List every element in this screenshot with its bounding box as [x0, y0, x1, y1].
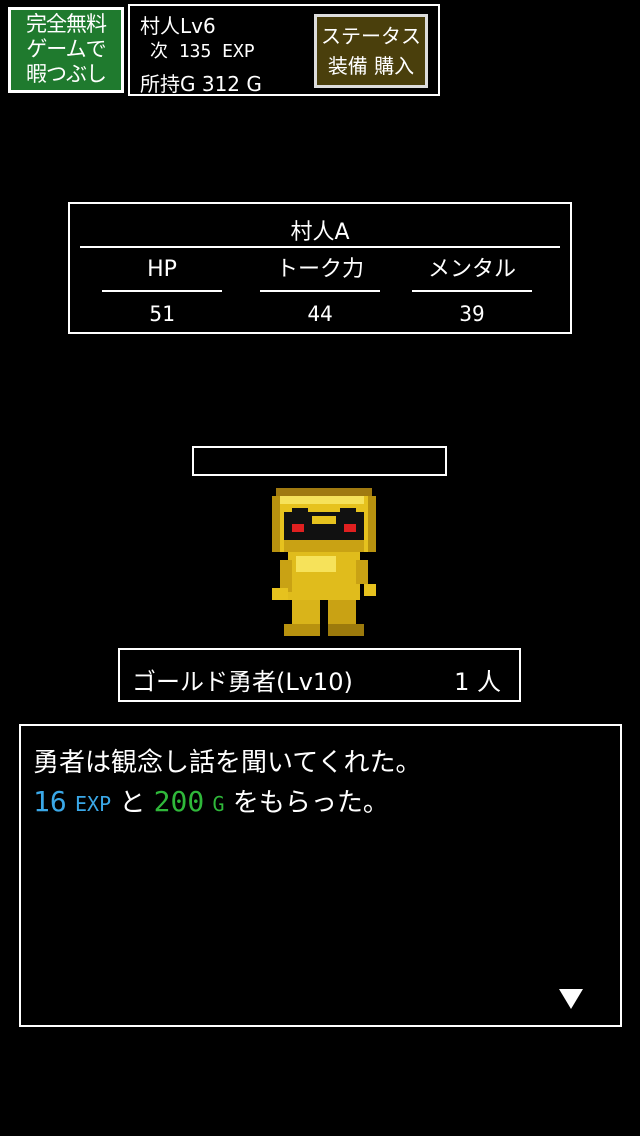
received-text: をもらった。 [232, 788, 389, 818]
gold-reward-value: 200 [153, 785, 205, 818]
message-line-1: 勇者は観念し話を聞いてくれた。 [33, 748, 422, 778]
ad-line-1: 完全無料 [26, 12, 107, 36]
stat-hp-value: 51 [149, 302, 175, 326]
stat-hp: HP 51 [102, 254, 222, 326]
stat-talk-label: トーク力 [275, 257, 364, 282]
triangle-down-icon[interactable] [558, 987, 584, 1011]
player-next-exp: 次 135 EXP [150, 41, 255, 62]
enemy-stats-panel: 村人A HP 51 トーク力 44 メンタル 39 [68, 202, 572, 334]
equip-shop-button-label: 装備 購入 [327, 54, 415, 78]
stat-mental-value: 39 [459, 302, 485, 326]
stat-talk-value: 44 [307, 302, 333, 326]
enemy-hp-bar [192, 446, 447, 476]
enemy-count: 1 人 [454, 668, 501, 696]
stat-talk-divider [260, 290, 380, 292]
stat-mental-divider [412, 290, 532, 292]
message-line-2: 16 EXP と 200 G をもらった。 [33, 782, 389, 819]
gold-hero-sprite[interactable] [268, 488, 380, 640]
stat-talk: トーク力 44 [260, 254, 380, 326]
player-gold: 所持G 312 G [140, 72, 262, 96]
status-button-label: ステータス [321, 24, 421, 48]
stat-hp-label: HP [147, 257, 177, 282]
gold-reward-unit: G [212, 792, 225, 816]
ad-line-2: ゲームで [26, 37, 106, 61]
stat-mental-label: メンタル [427, 257, 516, 282]
ad-line-3: 暇つぶし [26, 62, 107, 86]
enemy-stats-divider [80, 246, 560, 248]
exp-reward-unit: EXP [74, 792, 112, 816]
message-window[interactable]: 勇者は観念し話を聞いてくれた。 16 EXP と 200 G をもらった。 [19, 724, 622, 1027]
exp-reward-value: 16 [33, 785, 67, 818]
status-equip-shop-button[interactable]: ステータス 装備 購入 [314, 14, 428, 88]
enemy-name: ゴールド勇者(Lv10) [132, 668, 353, 696]
player-status-panel: 村人Lv6 次 135 EXP 所持G 312 G ステータス 装備 購入 [128, 4, 440, 96]
stat-mental: メンタル 39 [412, 254, 532, 326]
player-name-level: 村人Lv6 [140, 14, 216, 38]
stat-hp-divider [102, 290, 222, 292]
free-game-ad-badge[interactable]: 完全無料 ゲームで 暇つぶし [8, 7, 124, 93]
enemy-name-label: ゴールド勇者(Lv10) 1 人 [118, 648, 521, 702]
enemy-stats-name: 村人A [290, 220, 350, 245]
and-text: と [119, 788, 146, 818]
